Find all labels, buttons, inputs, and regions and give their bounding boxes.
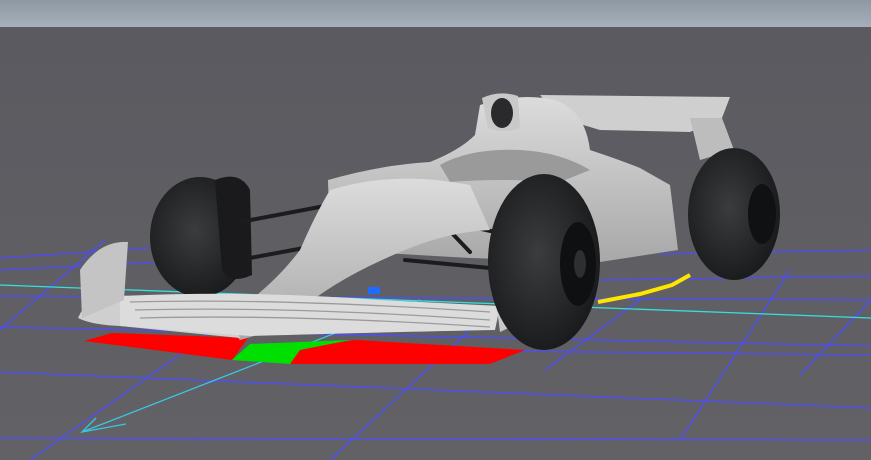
rear-right-rim: [748, 184, 776, 244]
air-intake-hole: [491, 98, 513, 128]
sky-band: [0, 0, 871, 27]
viewport-canvas[interactable]: [0, 0, 871, 460]
blue-marker: [368, 287, 380, 294]
3d-viewport[interactable]: [0, 0, 871, 460]
front-right-hub: [574, 250, 586, 278]
